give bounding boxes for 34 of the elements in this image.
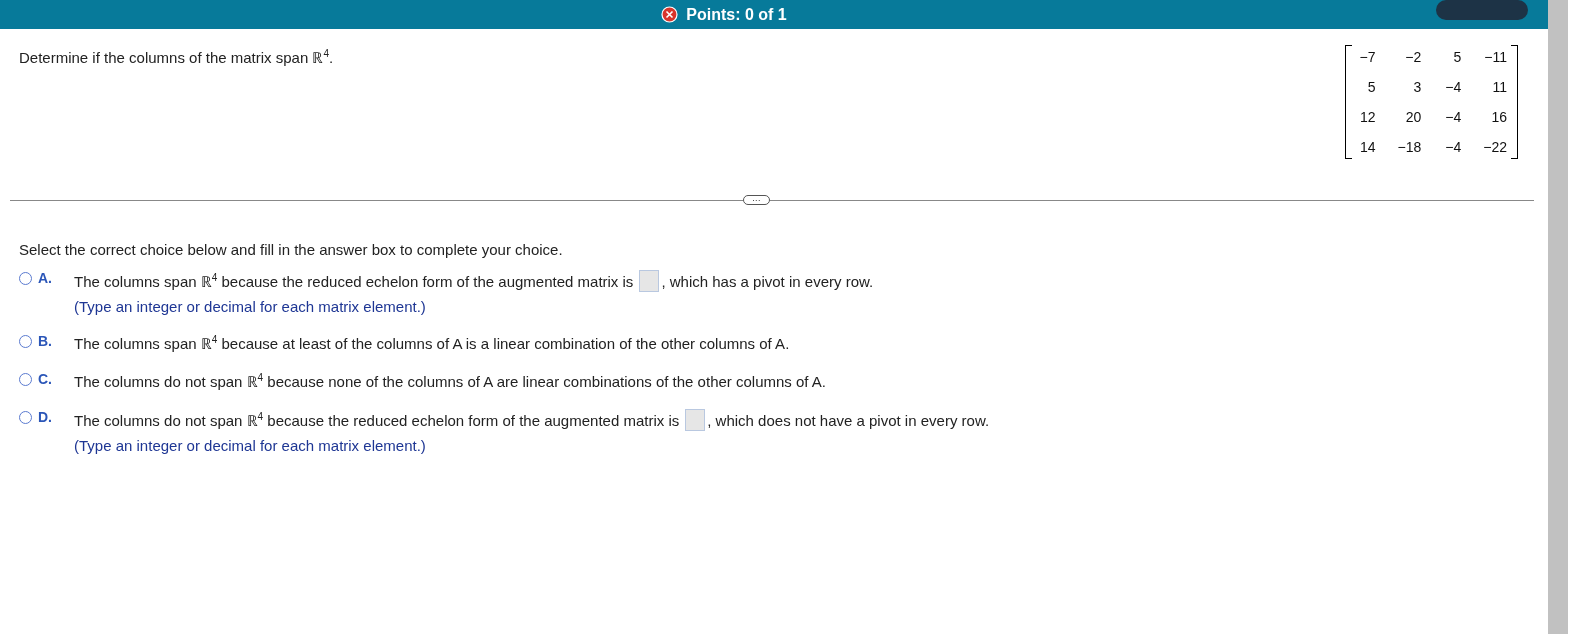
matrix-entry: 11 bbox=[1491, 79, 1507, 95]
question-text: Determine if the columns of the matrix span ℝ$^{4}$. bbox=[19, 47, 334, 68]
choice-text: The columns span ℝ$^{4}$ because the reduced echelon form of the augmented matrix is bbox=[74, 271, 634, 291]
matrix-entry: 20 bbox=[1404, 109, 1422, 125]
choice-letter: A. bbox=[38, 270, 53, 288]
matrix-entry: −4 bbox=[1444, 79, 1462, 95]
matrix-entry: −2 bbox=[1404, 49, 1422, 65]
matrix-entry: −7 bbox=[1358, 49, 1376, 65]
header-button[interactable] bbox=[1436, 0, 1528, 20]
choice-text: The columns span ℝ$^{4}$ because at least of the columns of A is a linear combination of the other columns of A. bbox=[74, 333, 790, 353]
matrix-entry: −22 bbox=[1483, 139, 1507, 155]
scrollbar[interactable] bbox=[1548, 0, 1568, 634]
matrix-entry: −4 bbox=[1444, 139, 1462, 155]
choice-text: The columns do not span ℝ$^{4}$ because none of the columns of A are linear combinations of the other columns of A. bbox=[74, 371, 827, 391]
matrix-entry: 3 bbox=[1412, 79, 1422, 95]
hint-text: (Type an integer or decimal for each matrix element.) bbox=[74, 298, 427, 315]
instruction-text: Select the correct choice below and fill in the answer box to complete your choice. bbox=[19, 241, 564, 258]
choice-letter: D. bbox=[38, 409, 53, 427]
matrix-entry: 14 bbox=[1358, 139, 1376, 155]
choice-text: , which does not have a pivot in every row. bbox=[707, 411, 990, 429]
more-button[interactable]: ··· bbox=[742, 195, 770, 205]
choice-text: The columns do not span ℝ$^{4}$ because the reduced echelon form of the augmented matrix is bbox=[74, 410, 680, 430]
matrix-entry: −4 bbox=[1444, 109, 1462, 125]
matrix-entry: 5 bbox=[1366, 79, 1376, 95]
choice-letter: C. bbox=[38, 371, 53, 389]
choice-letter: B. bbox=[38, 333, 53, 351]
matrix-entry: 16 bbox=[1490, 109, 1507, 125]
matrix-entry: 5 bbox=[1452, 49, 1462, 65]
hint-text: (Type an integer or decimal for each matrix element.) bbox=[74, 437, 427, 454]
matrix-entry: −18 bbox=[1397, 139, 1422, 155]
points-label: Points: 0 of 1 bbox=[686, 5, 787, 24]
matrix-entry: 12 bbox=[1358, 109, 1376, 125]
matrix-entry: −11 bbox=[1483, 49, 1507, 65]
choice-text: , which has a pivot in every row. bbox=[661, 272, 874, 290]
